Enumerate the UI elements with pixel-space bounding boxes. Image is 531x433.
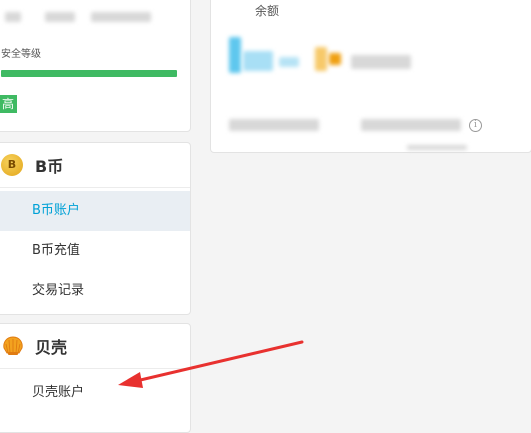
annotation-arrow	[118, 340, 304, 388]
menu-item-bcoin-recharge[interactable]: B币充值	[0, 231, 190, 271]
security-level-bar	[1, 70, 177, 77]
blurred-balance	[329, 53, 341, 65]
blurred-balance	[351, 55, 411, 69]
info-icon[interactable]: i	[469, 119, 482, 132]
blurred-detail	[229, 119, 319, 131]
blurred-balance	[279, 57, 299, 67]
security-card: 安全等级 高	[0, 0, 191, 132]
shell-title: 贝壳	[35, 338, 68, 357]
security-level-badge: 高	[0, 95, 17, 113]
bcoin-header: B B币	[0, 143, 190, 188]
coin-icon: B	[1, 154, 23, 176]
blurred-balance	[243, 51, 273, 71]
blurred-username	[45, 12, 75, 22]
blurred-detail	[407, 145, 467, 150]
menu-item-transaction-history[interactable]: 交易记录	[0, 271, 190, 311]
shell-icon	[3, 336, 23, 355]
balance-label: 余额	[255, 4, 280, 18]
blurred-detail	[361, 119, 461, 131]
balance-card: 余额 i	[210, 0, 531, 153]
blurred-balance	[315, 47, 327, 71]
bcoin-card: B B币 B币账户 B币充值 交易记录	[0, 142, 191, 315]
blurred-balance	[229, 37, 241, 73]
security-level-label: 安全等级	[1, 49, 41, 60]
blurred-username	[5, 12, 21, 22]
blurred-username	[91, 12, 151, 22]
bcoin-title: B币	[35, 157, 64, 176]
menu-item-bcoin-account[interactable]: B币账户	[0, 191, 190, 231]
